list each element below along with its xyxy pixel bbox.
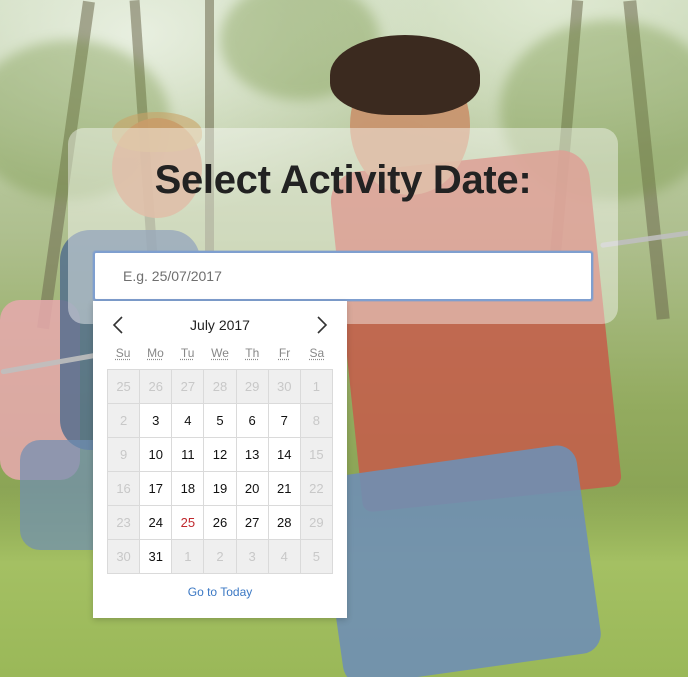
- calendar-day[interactable]: 21: [268, 472, 300, 505]
- calendar-month-label: July 2017: [190, 317, 250, 333]
- page-title: Select Activity Date:: [154, 158, 532, 202]
- calendar-day[interactable]: 7: [268, 404, 300, 437]
- calendar-day-today[interactable]: 25: [172, 506, 204, 539]
- calendar-day[interactable]: 12: [204, 438, 236, 471]
- calendar-day-outside-month: 25: [108, 370, 140, 403]
- activity-date-input[interactable]: [93, 251, 593, 301]
- calendar-day-outside-month: 30: [108, 540, 140, 573]
- calendar-day[interactable]: 26: [204, 506, 236, 539]
- calendar-day[interactable]: 13: [236, 438, 268, 471]
- calendar-day[interactable]: 10: [140, 438, 172, 471]
- calendar-day-grid: 25 26 27 28 29 30 1 2 3 4 5 6 7 8 9 10 11 12 13 14 15 16 17 18 1…: [107, 369, 333, 574]
- calendar-day[interactable]: 11: [172, 438, 204, 471]
- calendar-day-outside-month: 28: [204, 370, 236, 403]
- calendar-day[interactable]: 24: [140, 506, 172, 539]
- chevron-right-icon: [317, 316, 328, 334]
- weekday-header-row: Su Mo Tu We Th Fr Sa: [107, 346, 333, 366]
- calendar-day-outside-month: 4: [268, 540, 300, 573]
- calendar-day-outside-month: 23: [108, 506, 140, 539]
- calendar-day-outside-month: 29: [236, 370, 268, 403]
- datepicker-popup: July 2017 Su Mo Tu We Th Fr Sa 25 26 27 28 2…: [93, 301, 347, 618]
- calendar-day[interactable]: 28: [268, 506, 300, 539]
- calendar-day-outside-month: 22: [300, 472, 332, 505]
- calendar-day[interactable]: 31: [140, 540, 172, 573]
- weekday-label: Th: [245, 346, 260, 360]
- calendar-header: July 2017: [93, 301, 347, 347]
- calendar-day-outside-month: 5: [300, 540, 332, 573]
- calendar-day[interactable]: 14: [268, 438, 300, 471]
- calendar-day[interactable]: 18: [172, 472, 204, 505]
- calendar-day-outside-month: 9: [108, 438, 140, 471]
- calendar-day-outside-month: 8: [300, 404, 332, 437]
- weekday-label: Mo: [147, 346, 164, 360]
- calendar-day[interactable]: 4: [172, 404, 204, 437]
- weekday-label: We: [211, 346, 229, 360]
- calendar-day-outside-month: 1: [300, 370, 332, 403]
- calendar-day-outside-month: 2: [108, 404, 140, 437]
- weekday-label: Tu: [180, 346, 195, 360]
- calendar-day-outside-month: 2: [204, 540, 236, 573]
- calendar-day[interactable]: 3: [140, 404, 172, 437]
- calendar-day-outside-month: 27: [172, 370, 204, 403]
- next-month-button[interactable]: [311, 313, 333, 337]
- calendar-day-outside-month: 16: [108, 472, 140, 505]
- calendar-day[interactable]: 17: [140, 472, 172, 505]
- calendar-day-outside-month: 29: [300, 506, 332, 539]
- weekday-label: Fr: [278, 346, 291, 360]
- weekday-label: Sa: [309, 346, 325, 360]
- calendar-day[interactable]: 20: [236, 472, 268, 505]
- calendar-day[interactable]: 19: [204, 472, 236, 505]
- go-to-today-link[interactable]: Go to Today: [93, 585, 347, 599]
- calendar-day[interactable]: 27: [236, 506, 268, 539]
- calendar-day-outside-month: 26: [140, 370, 172, 403]
- weekday-label: Su: [115, 346, 131, 360]
- calendar-day-outside-month: 1: [172, 540, 204, 573]
- calendar-day[interactable]: 6: [236, 404, 268, 437]
- calendar-day[interactable]: 5: [204, 404, 236, 437]
- calendar-day-outside-month: 30: [268, 370, 300, 403]
- calendar-day-outside-month: 3: [236, 540, 268, 573]
- calendar-day-outside-month: 15: [300, 438, 332, 471]
